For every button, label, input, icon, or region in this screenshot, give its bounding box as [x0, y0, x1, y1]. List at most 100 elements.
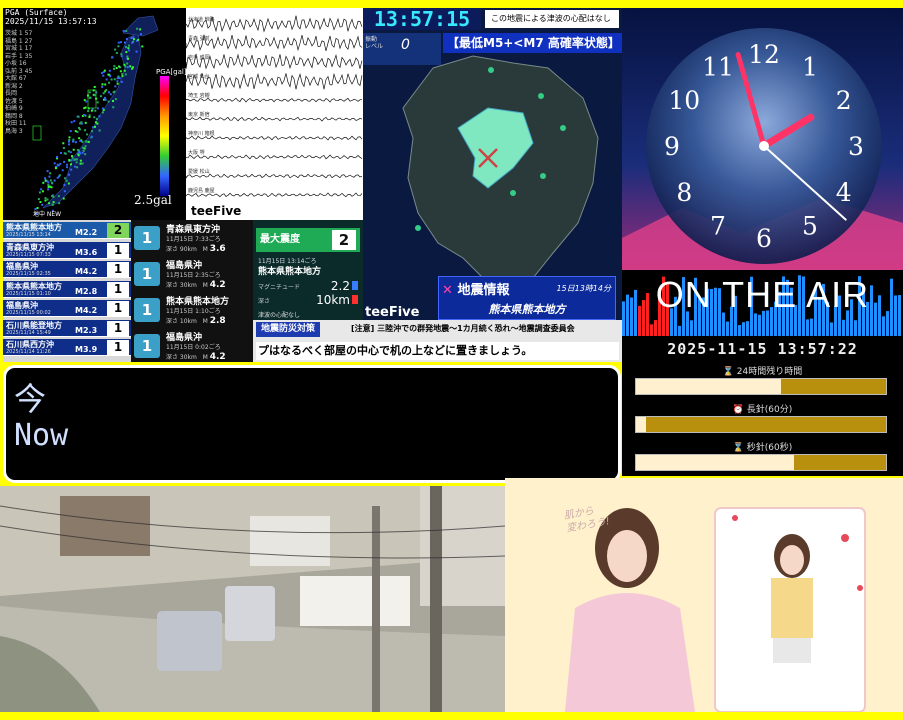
station-label: 青森 弘前 [188, 36, 210, 42]
quake-magnitude: M4.2 [75, 306, 98, 315]
progress-bar [635, 416, 887, 433]
quake-date: 2025/11/15 07:33 [6, 251, 51, 258]
probability-warning-banner: 【最低M5+<M7 高確率状態】 [443, 33, 622, 53]
detail-date: 11月15日 7:33ごろ [166, 236, 221, 243]
equalizer-bar [654, 320, 657, 336]
waveform-trace [186, 72, 363, 90]
quake-list-row[interactable]: 福島県沖 2025/11/15 02:35 M4.2 1 [3, 261, 131, 278]
equalizer-bar [758, 314, 761, 336]
equalizer-bar [726, 321, 729, 336]
quake-list-row[interactable]: 青森県東方沖 2025/11/15 07:33 M3.6 1 [3, 241, 131, 259]
equalizer-bar [746, 321, 749, 336]
now-caption-box: 今 Now [3, 365, 621, 483]
detail-depth: 深さ 30km M 4.2 [166, 352, 226, 362]
quake-intensity: 1 [107, 320, 129, 336]
progress-bar [635, 378, 887, 395]
equalizer-bar [722, 312, 725, 336]
advertisement-panel: 肌から 変わろう! [505, 478, 903, 712]
quake-info-box: ✕ 地震情報 15日13時14分 熊本県熊本地方 [438, 276, 616, 320]
waveform-trace [186, 154, 363, 160]
tsunami-status: 津波の心配なし [258, 312, 301, 319]
shaking-level: 振動 レベル 0 [363, 33, 441, 65]
quake-detail-row: 1 青森県東方沖 11月15日 7:33ごろ 深さ 90km M 3.6 [131, 220, 253, 256]
quake-date: 2025/11/15 00:02 [6, 310, 51, 316]
japan-map [32, 15, 159, 215]
quake-magnitude: M2.2 [75, 228, 98, 237]
equalizer-bar [806, 319, 809, 336]
on-air-label: ON THE AIR [655, 274, 870, 315]
clock-face: 12 12 3 45 6 78 9 1011 [622, 8, 903, 270]
max-intensity-panel: 最大震度 2 11月15日 13:14ごろ 熊本県熊本地方 マグニチュード 2.… [253, 220, 363, 320]
shaking-level-label: 振動 レベル [365, 36, 384, 50]
detail-intensity: 1 [134, 298, 160, 322]
quake-list-row[interactable]: 石川県能登地方 2025/11/14 15:49 M2.3 1 [3, 319, 131, 337]
street-camera-image [0, 486, 505, 712]
clock-hub [759, 141, 769, 151]
waveform-trace [186, 116, 363, 122]
quake-info-time: 15日13時14分 [556, 284, 611, 293]
progress-bar [635, 454, 887, 471]
epicenter-map: 13:57:15 この地震による津波の心配はなし 振動 レベル 0 【最低M5+<… [363, 8, 622, 338]
clock-numeral: 2 [836, 86, 852, 115]
equalizer-bar [882, 316, 885, 336]
quake-intensity: 2 [107, 223, 129, 238]
quake-magnitude: M2.8 [75, 286, 98, 296]
waveform-trace [186, 53, 363, 70]
news-label: 地中 NEW [33, 211, 62, 218]
quake-info-region: 熊本県熊本地方 [488, 303, 566, 316]
quake-magnitude: M3.9 [75, 345, 98, 354]
waveform-trace [186, 173, 363, 179]
disaster-ticker: 地震防災対策 [注意] 三陸沖での群発地震～1カ月続く恐れ～地震調査委員会 プは… [253, 320, 622, 362]
quake-magnitude: M4.2 [75, 267, 98, 276]
quake-magnitude: M2.3 [75, 325, 98, 335]
waveform-trace [186, 97, 363, 103]
equalizer-bar [738, 325, 741, 336]
shaking-level-value: 0 [401, 37, 410, 53]
quake-date: 2025/11/14 15:49 [6, 329, 51, 336]
clock-numeral: 10 [668, 86, 700, 115]
quake-list-row[interactable]: 石川県西方沖 2025/11/14 11:26 M3.9 1 [3, 339, 131, 356]
quake-detail-list: 1 青森県東方沖 11月15日 7:33ごろ 深さ 90km M 3.6 1 福島… [131, 220, 253, 362]
quake-list-row[interactable]: 福島県沖 2025/11/15 00:02 M4.2 1 [3, 300, 131, 317]
quake-list-row[interactable]: 熊本県熊本地方 2025/11/15 01:10 M2.8 1 [3, 280, 131, 298]
quake-history-list: 地中 NEW 熊本県熊本地方 2025/11/15 13:14 M2.2 2 青森… [3, 211, 131, 362]
detail-depth: 深さ 10km M 2.8 [166, 316, 226, 326]
ticker-tag: 地震防災対策 [256, 322, 321, 337]
equalizer-bar [854, 320, 857, 336]
clock-numeral: 5 [802, 212, 818, 241]
progress-fill [636, 455, 794, 470]
now-caption-en: Now [14, 418, 69, 453]
equalizer-bar [678, 325, 681, 336]
progress-label: ⌛ 秒針(60秒) [732, 443, 793, 453]
equalizer-bar [810, 318, 813, 336]
quake-date: 2025/11/15 13:14 [6, 232, 51, 238]
clock-numeral: 1 [802, 52, 818, 81]
magnitude-row: マグニチュード 2.2 [258, 279, 358, 293]
quake-intensity: 1 [107, 340, 129, 355]
cross-icon: ✕ [442, 283, 453, 298]
detail-intensity: 1 [134, 334, 160, 358]
depth-row: 深さ 10km [258, 293, 358, 307]
time-progress-panel: 2025-11-15 13:57:22 ⌛ 24時間残り時間 ⏰ 長針(60分) ⌛… [622, 336, 903, 476]
progress-label: ⏰ 長針(60分) [732, 405, 793, 415]
station-label: 北海道 釧路 [188, 17, 215, 23]
detail-depth: 深さ 30km M 4.2 [166, 280, 226, 290]
pga-color-scale [160, 76, 169, 196]
equalizer-bar [742, 322, 745, 336]
progress-label: ⌛ 24時間残り時間 [722, 367, 803, 377]
quake-detail-row: 1 熊本県熊本地方 11月15日 1:10ごろ 深さ 10km M 2.8 [131, 292, 253, 328]
quake-list-row[interactable]: 熊本県熊本地方 2025/11/15 13:14 M2.2 2 [3, 222, 131, 239]
max-intensity-region: 熊本県熊本地方 [258, 267, 322, 277]
progress-fill [636, 417, 646, 432]
current-time: 13:57:15 [363, 8, 481, 30]
quake-intensity: 1 [107, 262, 129, 277]
on-air-panel: ON THE AIR [622, 270, 903, 336]
clock-numeral: 4 [836, 178, 852, 207]
map-brand-logo: teeFive [365, 305, 420, 320]
quake-info-title: ✕ 地震情報 [442, 283, 510, 298]
station-label: 岩手 盛岡 [188, 55, 210, 61]
quake-date: 2025/11/15 02:35 [6, 271, 51, 277]
waveform-panel: 北海道 釧路 青森 弘前 岩手 盛岡 宮城 仙台 埼玉 岩槻 東京 新宿 神奈川 箱根 大阪 … [186, 8, 363, 220]
detail-depth: 深さ 90km M 3.6 [166, 244, 226, 254]
max-intensity-badge: 最大震度 2 [256, 228, 360, 252]
